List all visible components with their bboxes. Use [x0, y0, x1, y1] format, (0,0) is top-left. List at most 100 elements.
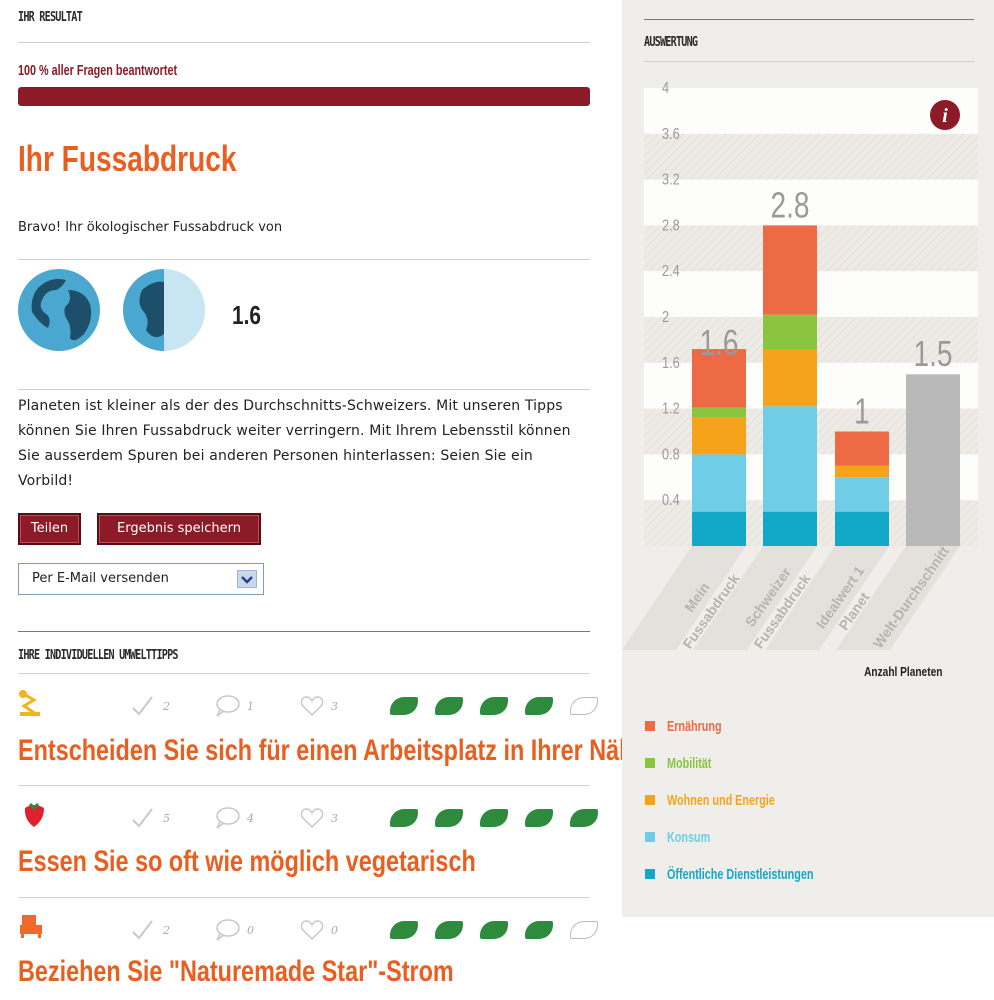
progress-bar [18, 87, 590, 106]
legend-swatch [645, 758, 655, 768]
legend-label: Ernährung [667, 717, 722, 735]
tips-header: IHRE INDIVIDUELLEN UMWELTTIPPS [18, 648, 179, 663]
send-select[interactable]: Per E-Mail versenden [18, 563, 264, 595]
tip-stat-count: 3 [331, 700, 338, 713]
legend-label: Mobilität [667, 754, 712, 772]
divider [18, 897, 590, 898]
leaf-filled-icon [480, 697, 508, 715]
legend-item: Konsum [645, 827, 727, 847]
grid-band [644, 88, 978, 134]
bar-total-label: 1.6 [699, 322, 738, 362]
legend-swatch [645, 869, 655, 879]
grid-band [644, 179, 978, 226]
planets-graphic [18, 269, 205, 351]
svg-text:i: i [942, 105, 948, 127]
check-icon[interactable] [130, 694, 158, 718]
heart-icon[interactable] [298, 806, 326, 830]
legend-item: Öffentliche Dienstleistungen [645, 864, 870, 884]
legend-label: Konsum [667, 828, 711, 846]
share-button[interactable]: Teilen [18, 513, 81, 545]
leaf-filled-icon [570, 809, 598, 827]
y-tick-label: 1.6 [662, 355, 680, 373]
tip-title[interactable]: Entscheiden Sie sich für einen Arbeitspl… [18, 734, 646, 768]
comment-icon[interactable] [214, 694, 242, 718]
legend-label: Wohnen und Energie [667, 791, 775, 809]
leaf-filled-icon [390, 697, 418, 715]
leaf-filled-icon [525, 809, 553, 827]
description-text: Planeten ist kleiner als der des Durchsc… [18, 398, 571, 489]
legend-swatch [645, 795, 655, 805]
tip-stat-count: 3 [331, 812, 338, 825]
tip-stat-count: 2 [163, 700, 170, 713]
send-select-value: Per E-Mail versenden [32, 571, 169, 586]
divider [18, 631, 590, 632]
bar-total-label: 1 [854, 391, 870, 431]
legend-swatch [645, 832, 655, 842]
tip-stat-count: 0 [331, 924, 338, 937]
bar-segment[interactable] [763, 406, 817, 512]
divider [18, 42, 590, 43]
progress-fill [18, 87, 590, 106]
armchair-icon [20, 915, 42, 938]
bar-segment[interactable] [906, 374, 960, 546]
planet-value: 1.6 [232, 300, 261, 330]
divider [18, 785, 590, 786]
leaf-filled-icon [435, 809, 463, 827]
divider [18, 673, 590, 674]
bar-segment[interactable] [835, 465, 889, 478]
legend-label: Öffentliche Dienstleistungen [667, 865, 814, 883]
bar-segment[interactable] [692, 511, 746, 546]
info-icon[interactable]: i [930, 100, 960, 130]
bar-segment[interactable] [835, 511, 889, 546]
leaf-filled-icon [435, 697, 463, 715]
intro-text: Bravo! Ihr ökologischer Fussabdruck von [18, 220, 283, 235]
tip-stat-count: 1 [247, 700, 254, 713]
leaf-empty-icon [570, 697, 598, 715]
tip-title[interactable]: Beziehen Sie "Naturemade Star"-Strom [18, 955, 454, 989]
tip-stat-count: 2 [163, 924, 170, 937]
leaf-filled-icon [390, 921, 418, 939]
tip-title[interactable]: Essen Sie so oft wie möglich vegetarisch [18, 845, 476, 879]
heart-icon[interactable] [298, 694, 326, 718]
save-result-button[interactable]: Ergebnis speichern [97, 513, 261, 545]
bar-total-label: 2.8 [770, 185, 809, 225]
bar-segment[interactable] [835, 431, 889, 466]
leaf-filled-icon [480, 809, 508, 827]
divider [18, 389, 590, 390]
y-tick-label: 0.8 [662, 446, 680, 464]
y-tick-label: 0.4 [662, 492, 680, 510]
check-icon[interactable] [130, 806, 158, 830]
leaf-filled-icon [480, 921, 508, 939]
leaf-filled-icon [390, 809, 418, 827]
tip-stat-count: 0 [247, 924, 254, 937]
bar-segment[interactable] [763, 511, 817, 546]
strawberry-icon [24, 802, 44, 827]
bar-segment[interactable] [692, 407, 746, 418]
y-tick-label: 3.6 [662, 126, 680, 144]
legend-swatch [645, 721, 655, 731]
y-tick-label: 2.8 [662, 217, 680, 235]
bar-segment[interactable] [692, 417, 746, 455]
leaf-filled-icon [525, 697, 553, 715]
y-tick-label: 1.2 [662, 400, 680, 418]
footprint-chart: 0.40.81.21.622.42.83.23.64 1.62.811.5 Me… [622, 80, 978, 651]
comment-icon[interactable] [214, 806, 242, 830]
heart-icon[interactable] [298, 918, 326, 942]
y-tick-label: 2 [662, 309, 669, 327]
check-icon[interactable] [130, 918, 158, 942]
comment-icon[interactable] [214, 918, 242, 942]
page-title: Ihr Fussabdruck [18, 138, 237, 179]
y-tick-label: 3.2 [662, 171, 680, 189]
leaf-filled-icon [525, 921, 553, 939]
leaf-filled-icon [435, 921, 463, 939]
chevron-down-icon[interactable] [237, 570, 257, 588]
bar-segment[interactable] [763, 349, 817, 407]
y-tick-label: 2.4 [662, 263, 680, 281]
legend-item: Ernährung [645, 716, 743, 736]
bar-segment[interactable] [835, 477, 889, 512]
tip-stat-count: 5 [163, 812, 170, 825]
divider [18, 259, 590, 260]
bar-segment[interactable] [763, 225, 817, 315]
bar-segment[interactable] [692, 454, 746, 512]
bar-segment[interactable] [763, 314, 817, 350]
